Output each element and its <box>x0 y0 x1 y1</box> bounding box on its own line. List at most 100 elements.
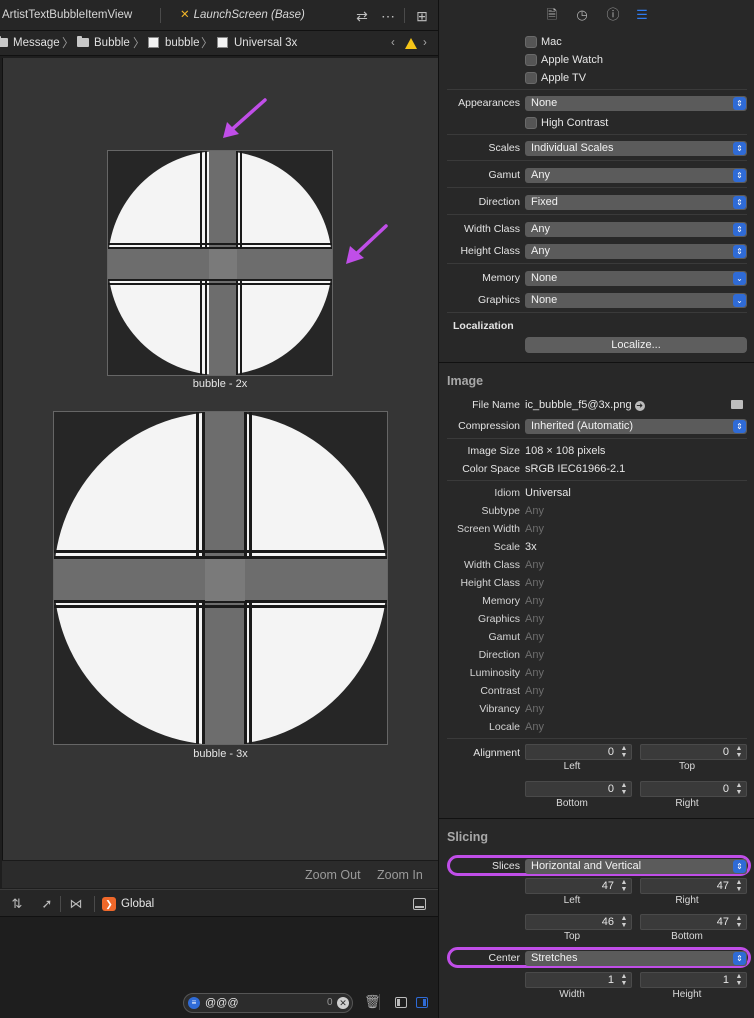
high-contrast-label: High Contrast <box>541 117 609 129</box>
console-filter[interactable]: ≡ @@@ 0 ✕ <box>183 993 353 1013</box>
console-view-icon[interactable] <box>416 997 428 1008</box>
chevron-right-nav-icon[interactable]: › <box>423 31 427 56</box>
tab-launch-screen[interactable]: ✕ LaunchScreen (Base) <box>180 0 305 31</box>
filter-input[interactable]: @@@ <box>205 994 239 1012</box>
more-icon[interactable]: ⋯ <box>379 7 397 25</box>
alignment-left-field[interactable]: 0 ▲ ▼ <box>525 744 632 760</box>
slice-line <box>108 243 332 245</box>
alignment-right-field[interactable]: 0 ▲ ▼ <box>640 781 747 797</box>
breadcrumb-label: Bubble <box>94 37 130 49</box>
help-inspector-icon[interactable]: ⓘ <box>604 6 622 24</box>
add-editor-icon[interactable]: ⊞ <box>413 7 431 25</box>
location-icon[interactable]: ➚ <box>38 895 56 913</box>
stepper-icon[interactable]: ▲ ▼ <box>618 745 630 759</box>
chevron-down-icon: ⌄ <box>733 294 746 307</box>
attribute-value: Any <box>525 703 544 715</box>
slice-top-caption: Top <box>563 931 581 942</box>
debug-scope-label[interactable]: Global <box>121 890 154 918</box>
center-width-field[interactable]: 1 ▲ ▼ <box>525 972 632 988</box>
slices-value: Horizontal and Vertical <box>531 860 642 872</box>
image-size-value: 108 × 108 pixels <box>525 445 606 457</box>
breadcrumb-universal-3x[interactable]: Universal 3x <box>217 31 297 56</box>
gamut-value: Any <box>531 169 550 181</box>
center-popup[interactable]: Stretches ⇕ <box>525 951 747 966</box>
stepper-icon[interactable]: ▲ ▼ <box>733 915 745 929</box>
height-class-popup[interactable]: Any ⇕ <box>525 244 747 259</box>
slice-bottom-value: 47 <box>716 916 729 928</box>
tab-artist-text-bubble[interactable]: ArtistTextBubbleItemView <box>2 0 132 31</box>
attributes-inspector-icon[interactable]: ☰ <box>633 6 651 24</box>
inspector-tabs: 🗎 ◷ ⓘ ☰ <box>439 0 754 31</box>
high-contrast-checkbox[interactable] <box>525 117 537 129</box>
related-items-icon[interactable]: ⇄ <box>353 7 371 25</box>
slice-right-field[interactable]: 47 ▲ ▼ <box>640 878 747 894</box>
attribute-value: 3x <box>525 541 537 553</box>
slice-line <box>54 605 387 608</box>
appearances-popup[interactable]: None ⇕ <box>525 96 747 111</box>
debug-toggle-icon[interactable]: ⇅ <box>8 895 26 913</box>
alignment-top-field[interactable]: 0 ▲ ▼ <box>640 744 747 760</box>
slice-top-field[interactable]: 46 ▲ ▼ <box>525 914 632 930</box>
gamut-popup[interactable]: Any ⇕ <box>525 168 747 183</box>
apple-watch-checkbox[interactable] <box>525 54 537 66</box>
bubble-3x-image[interactable] <box>53 411 388 745</box>
reveal-arrow-icon[interactable]: ➜ <box>634 401 645 411</box>
stepper-icon[interactable]: ▲ ▼ <box>733 782 745 796</box>
variables-view-icon[interactable] <box>395 997 407 1008</box>
direction-popup[interactable]: Fixed ⇕ <box>525 195 747 210</box>
memory-value: None <box>531 272 558 284</box>
stepper-icon[interactable]: ▲ ▼ <box>618 973 630 987</box>
slicing-heading: Slicing <box>447 830 488 844</box>
popup-arrows-icon: ⇕ <box>733 196 746 209</box>
history-inspector-icon[interactable]: ◷ <box>573 6 591 24</box>
attribute-value: Any <box>525 505 544 517</box>
chevron-left-icon[interactable]: ‹ <box>391 31 395 56</box>
scales-popup[interactable]: Individual Scales ⇕ <box>525 141 747 156</box>
breadcrumb-message[interactable]: Message <box>0 31 60 56</box>
breadcrumb-bubble-folder[interactable]: Bubble <box>77 31 130 56</box>
alignment-top-value: 0 <box>722 746 729 758</box>
divider <box>447 263 747 264</box>
center-height-field[interactable]: 1 ▲ ▼ <box>640 972 747 988</box>
slices-popup[interactable]: Horizontal and Vertical ⇕ <box>525 859 747 874</box>
breadcrumb-bubble-image[interactable]: bubble <box>148 31 200 56</box>
stepper-icon[interactable]: ▲ ▼ <box>733 745 745 759</box>
mac-checkbox[interactable] <box>525 36 537 48</box>
folder-icon[interactable] <box>731 400 743 409</box>
slice-left-field[interactable]: 47 ▲ ▼ <box>525 878 632 894</box>
memory-graph-icon[interactable]: ⋈ <box>67 895 85 913</box>
attribute-value: Any <box>525 721 544 733</box>
trash-icon[interactable]: 🗑 <box>364 994 381 1010</box>
compression-popup[interactable]: Inherited (Automatic) ⇕ <box>525 419 747 434</box>
divider <box>447 187 747 188</box>
zoom-in-button[interactable]: Zoom In <box>377 861 423 889</box>
stepper-icon[interactable]: ▲ ▼ <box>618 915 630 929</box>
file-inspector-icon[interactable]: 🗎 <box>543 6 561 24</box>
alignment-bottom-field[interactable]: 0 ▲ ▼ <box>525 781 632 797</box>
clear-filter-icon[interactable]: ✕ <box>337 997 349 1009</box>
alignment-left-value: 0 <box>607 746 614 758</box>
apple-tv-checkbox[interactable] <box>525 72 537 84</box>
slice-right-caption: Right <box>675 895 699 906</box>
zoom-out-button[interactable]: Zoom Out <box>305 861 361 889</box>
hide-debug-area-icon[interactable] <box>413 898 426 910</box>
attributes-inspector: 🗎 ◷ ⓘ ☰ Mac Apple Watch Apple TV Appeara… <box>438 0 754 1018</box>
width-class-popup[interactable]: Any ⇕ <box>525 222 747 237</box>
graphics-label: Graphics <box>477 294 520 306</box>
stepper-icon[interactable]: ▲ ▼ <box>618 879 630 893</box>
divider <box>447 312 747 313</box>
attribute-label: Contrast <box>480 685 520 697</box>
graphics-popup[interactable]: None ⌄ <box>525 293 747 308</box>
memory-popup[interactable]: None ⌄ <box>525 271 747 286</box>
slice-bottom-field[interactable]: 47 ▲ ▼ <box>640 914 747 930</box>
stepper-icon[interactable]: ▲ ▼ <box>618 782 630 796</box>
bubble-2x-image[interactable] <box>107 150 333 376</box>
attribute-label: Luminosity <box>469 667 520 679</box>
localize-button[interactable]: Localize... <box>525 337 747 353</box>
direction-label: Direction <box>478 196 520 208</box>
warning-icon[interactable] <box>405 38 417 49</box>
stepper-icon[interactable]: ▲ ▼ <box>733 973 745 987</box>
chevron-right-icon: 〉 <box>62 36 75 50</box>
memory-label: Memory <box>482 272 520 284</box>
stepper-icon[interactable]: ▲ ▼ <box>733 879 745 893</box>
